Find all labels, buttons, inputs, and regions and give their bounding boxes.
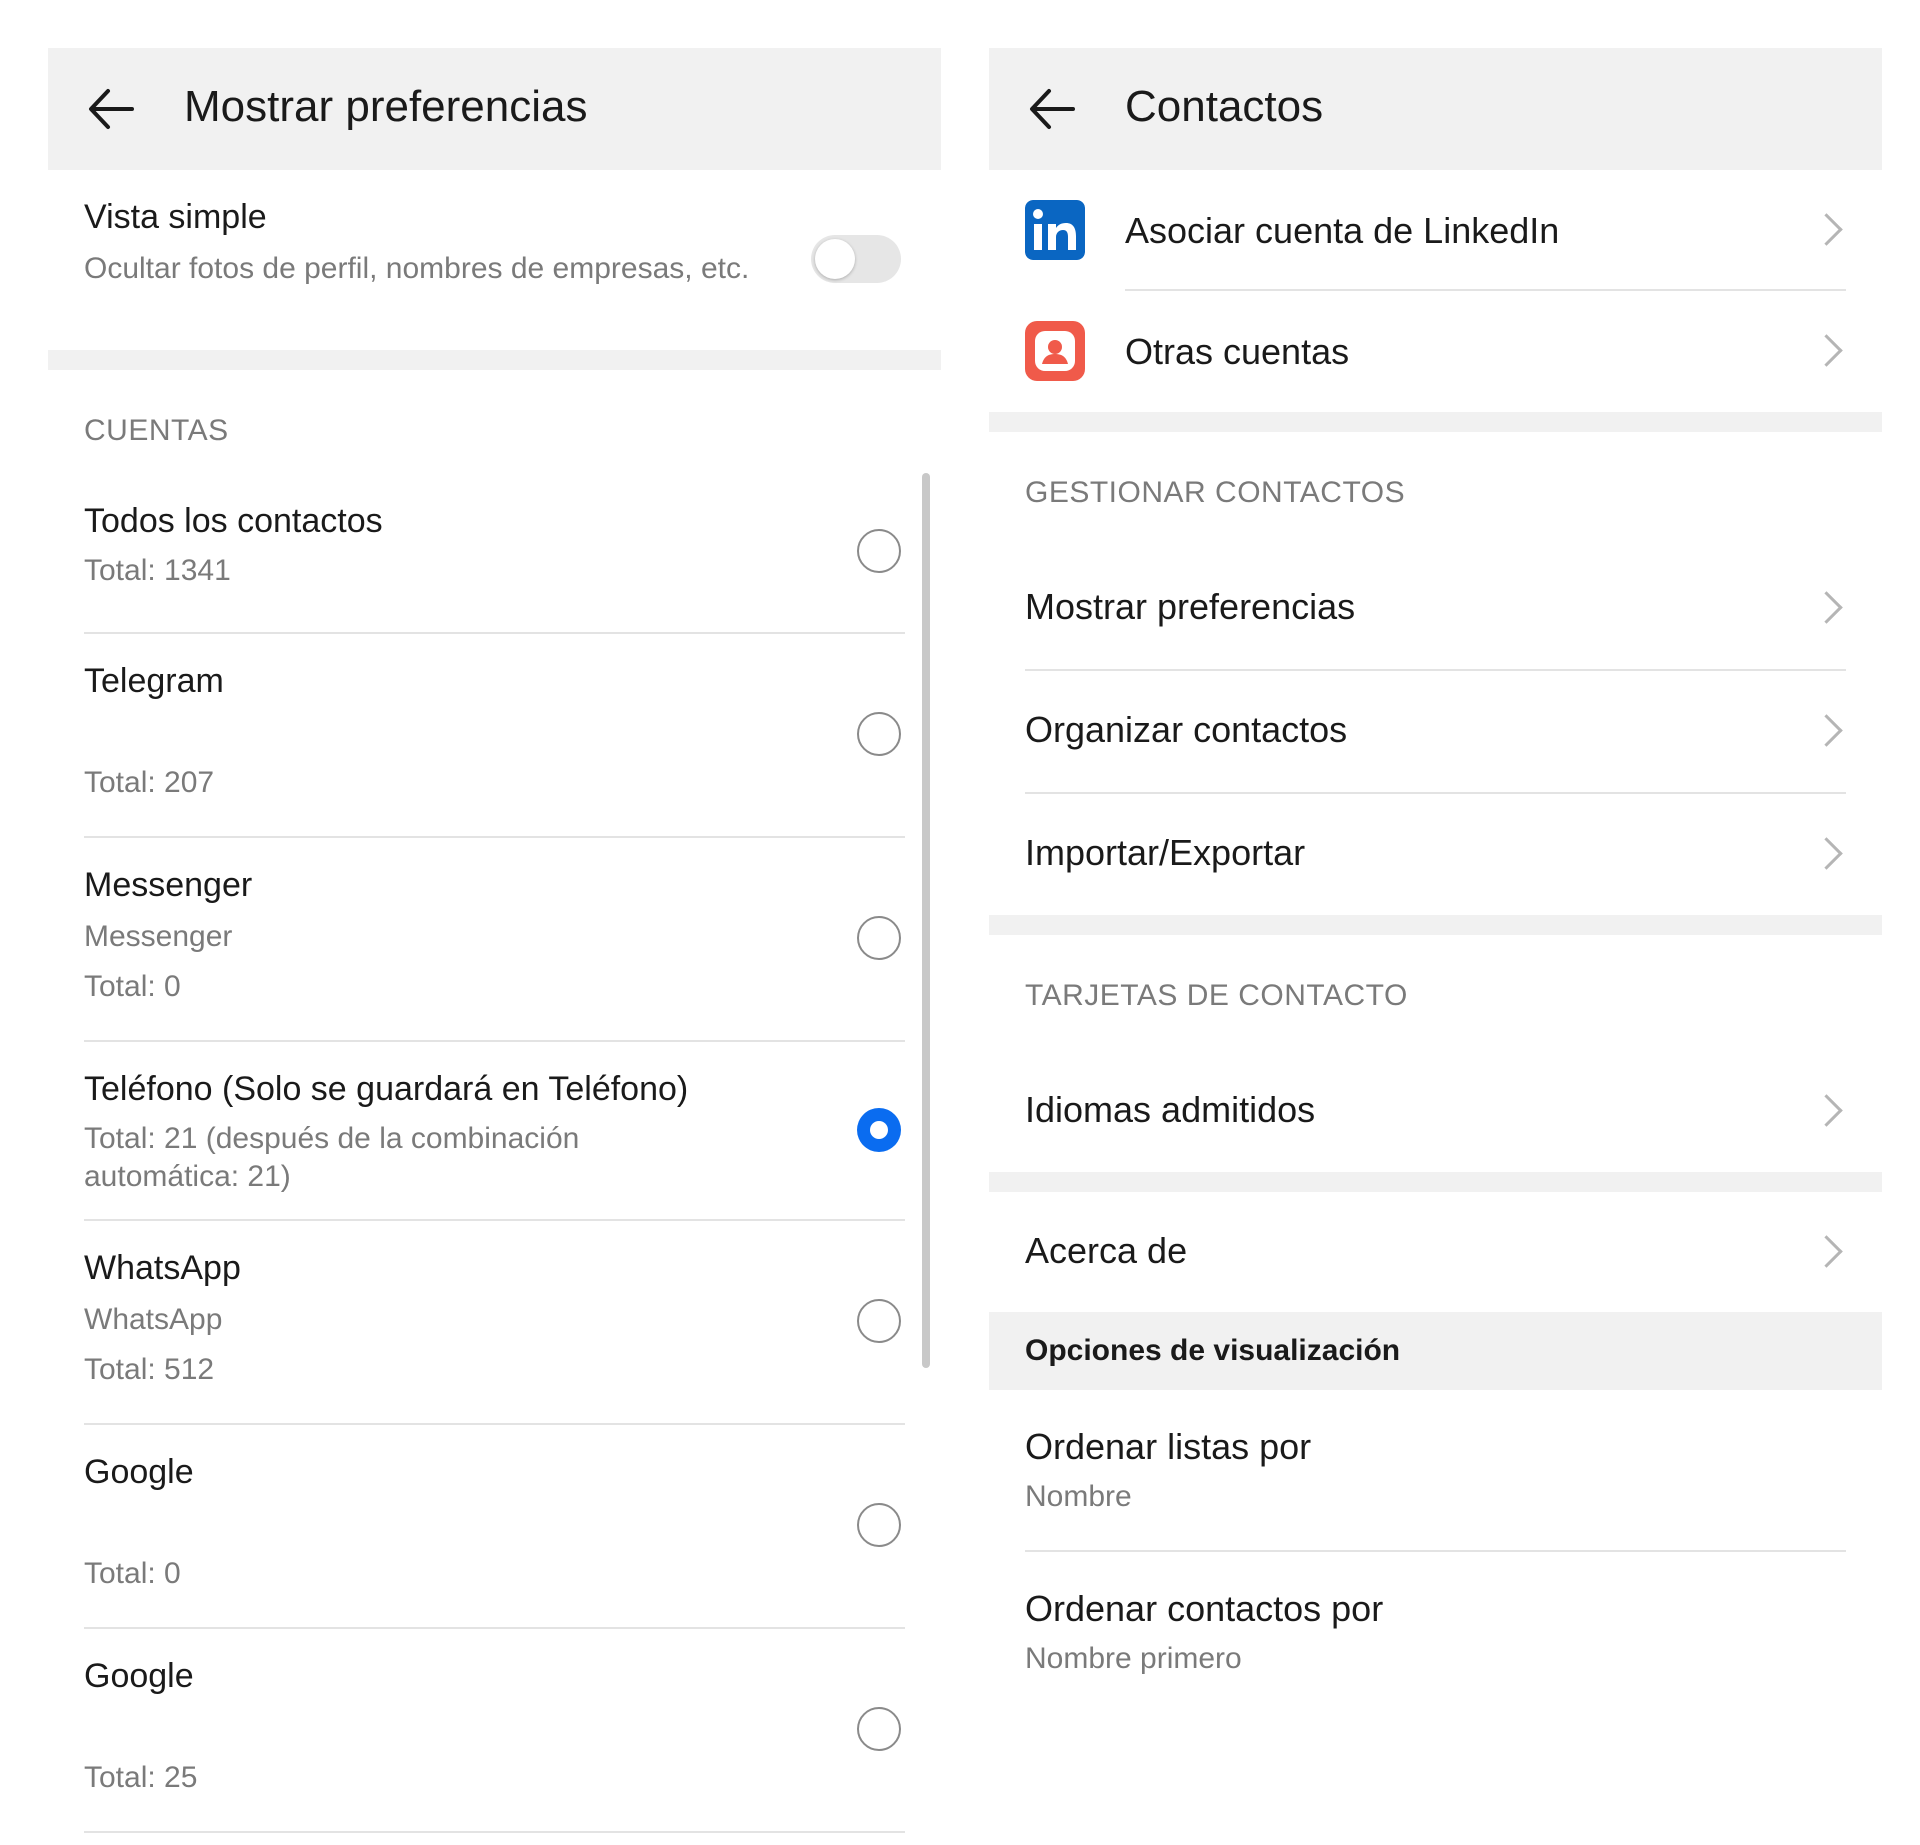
linkedin-icon [1025,200,1085,260]
account-row-whatsapp[interactable]: WhatsApp WhatsApp Total: 512 [84,1221,905,1425]
section-divider [989,1172,1882,1192]
account-total: Total: 512 [84,1353,215,1386]
account-detail: WhatsApp [84,1303,223,1336]
page-title: Mostrar preferencias [184,82,588,131]
account-total: Total: 25 [84,1761,198,1794]
simple-view-title: Vista simple [84,198,267,236]
display-preferences-item[interactable]: Mostrar preferencias [1025,548,1846,671]
sort-lists-option[interactable]: Ordenar listas por Nombre [1025,1390,1846,1552]
account-total: Total: 21 (después de la combinación aut… [84,1122,580,1193]
display-preferences-screen: Mostrar preferencias Vista simple Oculta… [48,48,941,1838]
app-bar: Mostrar preferencias [48,48,941,170]
account-row-messenger[interactable]: Messenger Messenger Total: 0 [84,838,905,1042]
link-linkedin-label: Asociar cuenta de LinkedIn [1125,210,1560,251]
account-radio[interactable] [857,712,901,756]
other-accounts-label: Otras cuentas [1125,331,1350,372]
simple-view-toggle[interactable] [811,235,901,283]
account-total: Total: 0 [84,1557,181,1590]
back-arrow-icon[interactable] [86,85,136,133]
display-options-header: Opciones de visualización [989,1312,1882,1390]
display-options-title: Opciones de visualización [1025,1334,1401,1367]
chevron-right-icon [1810,714,1843,747]
account-total: Total: 0 [84,970,181,1003]
chevron-right-icon [1810,1235,1843,1268]
scrollbar[interactable] [922,473,930,1368]
account-radio-selected[interactable] [857,1108,901,1152]
account-radio[interactable] [857,1503,901,1547]
account-row-google[interactable]: Google Total: 0 [84,1425,905,1629]
supported-languages-item[interactable]: Idiomas admitidos [1025,1051,1846,1172]
contact-cards-section-title: TARJETAS DE CONTACTO [1025,979,1408,1012]
account-radio[interactable] [857,916,901,960]
simple-view-subtitle: Ocultar fotos de perfil, nombres de empr… [84,252,750,285]
sort-lists-label: Ordenar listas por [1025,1426,1312,1467]
account-name: Google [84,1453,194,1491]
account-radio[interactable] [857,1707,901,1751]
account-row-google-2[interactable]: Google Total: 25 [84,1629,905,1833]
account-name: Messenger [84,866,253,904]
section-divider [48,350,941,370]
account-name: Teléfono (Solo se guardará en Teléfono) [84,1070,689,1108]
chevron-right-icon [1810,213,1843,246]
chevron-right-icon [1810,837,1843,870]
account-row-telegram[interactable]: Telegram Total: 207 [84,634,905,838]
item-label: Organizar contactos [1025,709,1348,750]
account-name: Google [84,1657,194,1695]
sort-contacts-option[interactable]: Ordenar contactos por Nombre primero [1025,1552,1846,1712]
account-name: Telegram [84,662,224,700]
chevron-right-icon [1810,591,1843,624]
sort-contacts-value: Nombre primero [1025,1642,1242,1675]
item-label: Importar/Exportar [1025,832,1306,873]
item-label: Idiomas admitidos [1025,1089,1316,1130]
account-total: Total: 207 [84,766,215,799]
simple-view-setting: Vista simple Ocultar fotos de perfil, no… [48,170,941,350]
sort-lists-value: Nombre [1025,1480,1132,1513]
account-row-all-contacts[interactable]: Todos los contactos Total: 1341 [84,474,905,634]
accounts-section-title: CUENTAS [84,414,229,447]
back-arrow-icon[interactable] [1027,85,1077,133]
organize-contacts-item[interactable]: Organizar contactos [1025,671,1846,794]
account-name: WhatsApp [84,1249,241,1287]
account-row-phone[interactable]: Teléfono (Solo se guardará en Teléfono) … [84,1042,905,1221]
link-linkedin-row[interactable]: Asociar cuenta de LinkedIn [989,170,1882,291]
account-radio[interactable] [857,1299,901,1343]
account-radio[interactable] [857,529,901,573]
about-item[interactable]: Acerca de [1025,1192,1846,1312]
chevron-right-icon [1810,1094,1843,1127]
sort-contacts-label: Ordenar contactos por [1025,1588,1384,1629]
other-accounts-row[interactable]: Otras cuentas [989,291,1882,412]
account-name: Todos los contactos [84,502,383,540]
app-bar: Contactos [989,48,1882,170]
import-export-item[interactable]: Importar/Exportar [1025,794,1846,915]
item-label: Mostrar preferencias [1025,586,1356,627]
contacts-settings-screen: Contactos Asociar cuenta de LinkedIn Otr… [989,48,1882,1838]
page-title: Contactos [1125,82,1324,131]
item-label: Acerca de [1025,1230,1188,1271]
account-detail: Messenger [84,920,233,953]
chevron-right-icon [1810,334,1843,367]
account-total: Total: 1341 [84,554,231,587]
manage-contacts-section-title: GESTIONAR CONTACTOS [1025,476,1406,509]
section-divider [989,412,1882,432]
toggle-knob [815,239,855,279]
account-icon [1025,321,1085,381]
section-divider [989,915,1882,935]
